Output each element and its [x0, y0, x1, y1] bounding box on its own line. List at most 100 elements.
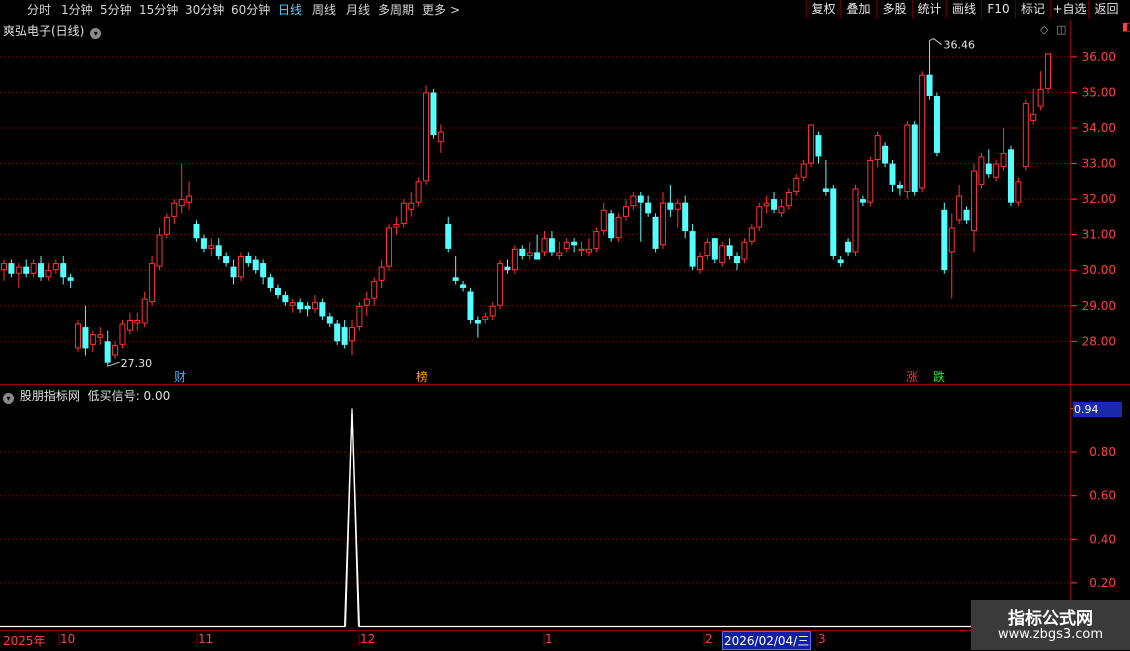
period-tab-2[interactable]: 5分钟 [100, 2, 132, 18]
candle[interactable] [1022, 99, 1029, 171]
candle-body [134, 319, 141, 324]
period-tab-4[interactable]: 30分钟 [185, 2, 224, 18]
toolbar-button-7[interactable]: +自选 [1050, 0, 1088, 19]
candle[interactable] [978, 152, 985, 189]
indicator-title[interactable]: ▾ 股朋指标网 低买信号: 0.00 [3, 387, 170, 404]
candle[interactable] [882, 142, 889, 168]
candle[interactable] [119, 319, 126, 349]
candle-body [741, 241, 748, 260]
candle[interactable] [593, 227, 600, 253]
candle[interactable] [423, 85, 430, 185]
candle[interactable] [911, 120, 918, 196]
period-tab-3[interactable]: 15分钟 [139, 2, 178, 18]
candle-body [1007, 149, 1014, 203]
event-tag[interactable]: 涨 [906, 369, 918, 384]
candle-body [97, 334, 104, 338]
candle[interactable] [867, 156, 874, 207]
chevron-down-icon[interactable]: ▾ [90, 28, 102, 39]
toolbar-button-3[interactable]: 统计 [912, 0, 946, 19]
period-tab-10[interactable]: 更多 [422, 2, 446, 18]
chevron-right-icon[interactable]: > [450, 2, 460, 18]
candle[interactable] [1015, 177, 1022, 207]
candle-body [75, 323, 82, 349]
toolbar-button-5[interactable]: F10 [981, 0, 1015, 19]
candle-body [445, 223, 452, 249]
candle-body [882, 145, 889, 164]
candle-body [415, 181, 422, 203]
candle-body [163, 216, 170, 235]
candle[interactable] [400, 199, 407, 228]
candle[interactable] [756, 202, 763, 232]
candle-body [334, 323, 341, 342]
toolbar-button-2[interactable]: 多股 [876, 0, 912, 19]
candle[interactable] [933, 92, 940, 157]
candle-body [682, 202, 689, 232]
candle[interactable] [608, 209, 615, 242]
candle[interactable] [149, 255, 156, 306]
candle[interactable] [497, 259, 504, 310]
candle[interactable] [941, 202, 948, 274]
candle[interactable] [741, 238, 748, 264]
candle[interactable] [808, 124, 815, 168]
candle-body [112, 344, 119, 356]
candle-body [23, 266, 30, 274]
candle[interactable] [237, 252, 244, 281]
period-tab-7[interactable]: 周线 [312, 2, 336, 18]
candle-body [489, 305, 496, 317]
candle[interactable] [1045, 53, 1051, 93]
candle[interactable] [511, 245, 518, 274]
indicator-current-value: 0.94 [1073, 402, 1122, 417]
candle-body [437, 131, 444, 143]
candle[interactable] [386, 223, 393, 271]
event-tag[interactable]: 财 [174, 370, 186, 384]
candle[interactable] [652, 213, 659, 253]
candle-body [667, 202, 674, 210]
candle[interactable] [615, 213, 622, 242]
candle-body [452, 277, 459, 281]
candle-body [149, 263, 156, 303]
period-tab-8[interactable]: 月线 [346, 2, 370, 18]
scroll-indicator-icon[interactable]: ◧ [1122, 20, 1130, 33]
candle[interactable] [830, 184, 837, 260]
candle[interactable] [163, 213, 170, 239]
selected-date[interactable]: 2026/02/04/三 [722, 631, 812, 650]
candle-body [837, 259, 844, 264]
candle-body [349, 327, 355, 342]
toolbar-button-0[interactable]: 复权 [806, 0, 840, 19]
candle[interactable] [467, 287, 474, 324]
candle-body [874, 135, 881, 160]
candle[interactable] [415, 177, 422, 207]
candle[interactable] [711, 238, 718, 264]
candle[interactable] [919, 71, 926, 192]
toolbar-button-6[interactable]: 标记 [1015, 0, 1050, 19]
period-tab-5[interactable]: 60分钟 [231, 2, 270, 18]
event-tag[interactable]: 榜 [416, 369, 428, 384]
candle-body [956, 195, 963, 221]
window-icon[interactable]: ◫ [1056, 23, 1066, 36]
candle[interactable] [852, 184, 859, 256]
candle[interactable] [1007, 145, 1014, 207]
chart-canvas: 36.00 35.00 34.00 33.00 32.00 31.00 30.00 29.00… [0, 20, 1130, 630]
candle[interactable] [334, 319, 341, 345]
candle[interactable] [75, 319, 82, 352]
candle[interactable] [904, 120, 911, 200]
diamond-icon[interactable]: ◇ [1040, 23, 1049, 36]
toolbar-button-4[interactable]: 画线 [946, 0, 981, 19]
price-tick-label: 29.00 [1082, 299, 1116, 313]
period-tab-1[interactable]: 1分钟 [61, 2, 93, 18]
candle[interactable] [430, 88, 437, 139]
period-tab-9[interactable]: 多周期 [378, 2, 414, 18]
candle-body [378, 266, 385, 281]
toolbar-button-8[interactable]: 返回 [1088, 0, 1124, 19]
candle[interactable] [719, 241, 726, 267]
period-tab-6[interactable]: 日线 [278, 2, 302, 18]
period-tab-0[interactable]: 分时 [27, 2, 51, 18]
event-tag[interactable]: 跌 [933, 369, 945, 384]
candle-body [193, 223, 200, 239]
candle-body [38, 263, 45, 278]
main-chart-title[interactable]: 爽弘电子(日线) ▾ [3, 22, 102, 39]
chevron-down-icon[interactable]: ▾ [3, 393, 14, 404]
candle-body [704, 241, 711, 256]
toolbar-button-1[interactable]: 叠加 [840, 0, 876, 19]
candle[interactable] [356, 302, 363, 331]
